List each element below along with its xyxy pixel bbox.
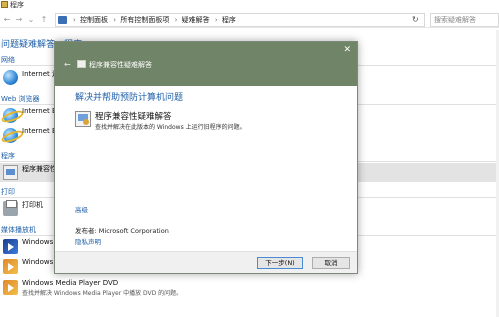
internet-explorer-icon: [3, 108, 18, 123]
navigation-bar: ← → ⌄ ↑ › 控制面板 › 所有控制面板项 › 疑难解答 › 程序 ↻ 搜…: [0, 12, 499, 28]
troubleshooter-icon: [77, 60, 86, 68]
media-player-icon: [3, 239, 18, 254]
category-label: Web 浏览器: [1, 95, 40, 103]
cancel-button[interactable]: 取消: [312, 257, 350, 269]
close-icon[interactable]: ✕: [343, 45, 351, 55]
search-input[interactable]: 搜索疑难解答: [430, 13, 499, 27]
breadcrumb-separator: ›: [214, 16, 218, 24]
dialog-footer: 下一步(N) 取消: [55, 251, 357, 273]
breadcrumb-separator: ›: [174, 16, 178, 24]
dialog-heading: 解决并帮助预防计算机问题: [75, 93, 184, 103]
program-icon: [3, 165, 18, 180]
item-description: 查找并解决 Windows Media Player 中播放 DVD 的问题。: [22, 290, 183, 297]
publisher-info: 发布者: Microsoft Corporation: [75, 225, 169, 235]
printer-icon: [3, 200, 18, 216]
program-compatibility-icon: [75, 111, 91, 127]
publisher-label: 发布者:: [75, 227, 97, 235]
media-player-icon: [3, 280, 18, 295]
window-title: 程序: [10, 1, 24, 9]
breadcrumb-programs[interactable]: 程序: [222, 16, 236, 24]
item-name: Windows Media Player DVD: [22, 279, 119, 287]
breadcrumb: › 控制面板 › 所有控制面板项 › 疑难解答 › 程序: [72, 14, 238, 26]
category-label: 打印: [1, 188, 15, 196]
breadcrumb-separator: ›: [113, 16, 117, 24]
back-arrow-icon[interactable]: ←: [64, 60, 71, 69]
globe-icon: [3, 70, 18, 85]
media-player-icon: [3, 259, 18, 274]
control-panel-icon: [58, 16, 67, 24]
next-button[interactable]: 下一步(N): [257, 257, 303, 269]
item-name: 程序兼容性: [22, 165, 57, 173]
breadcrumb-control-panel[interactable]: 控制面板: [80, 16, 108, 24]
category-label: 媒体播放机: [1, 226, 36, 234]
breadcrumb-all-items[interactable]: 所有控制面板项: [120, 16, 169, 24]
category-label: 网络: [1, 56, 15, 64]
publisher-name: Microsoft Corporation: [98, 227, 169, 235]
forward-arrow-icon[interactable]: →: [14, 14, 24, 26]
refresh-icon[interactable]: ↻: [412, 15, 419, 24]
advanced-link[interactable]: 高级: [75, 204, 88, 214]
troubleshooter-dialog: ✕ ← 程序兼容性疑难解答 解决并帮助预防计算机问题 程序兼容性疑难解答 查找并…: [54, 41, 358, 274]
dialog-header: ✕ ← 程序兼容性疑难解答: [55, 42, 357, 86]
breadcrumb-separator: ›: [73, 16, 76, 24]
address-bar[interactable]: › 控制面板 › 所有控制面板项 › 疑难解答 › 程序: [55, 13, 425, 27]
search-placeholder: 搜索疑难解答: [434, 16, 476, 24]
category-label: 程序: [1, 152, 15, 160]
recent-locations-chevron-icon[interactable]: ⌄: [26, 14, 36, 26]
up-arrow-icon[interactable]: ↑: [39, 14, 49, 26]
option-title: 程序兼容性疑难解答: [95, 112, 172, 122]
back-arrow-icon[interactable]: ←: [2, 14, 12, 26]
folder-icon: [1, 1, 8, 8]
dialog-title: 程序兼容性疑难解答: [89, 61, 152, 69]
item-name: 打印机: [22, 201, 43, 209]
window-titlebar: 程序: [0, 0, 499, 10]
option-description: 查找并解决在此版本的 Windows 上运行旧程序的问题。: [95, 124, 246, 131]
internet-explorer-icon: [3, 128, 18, 143]
breadcrumb-troubleshooting[interactable]: 疑难解答: [182, 16, 210, 24]
list-item[interactable]: Windows Media Player DVD 查找并解决 Windows M…: [0, 278, 499, 297]
privacy-statement-link[interactable]: 隐私声明: [75, 236, 101, 246]
